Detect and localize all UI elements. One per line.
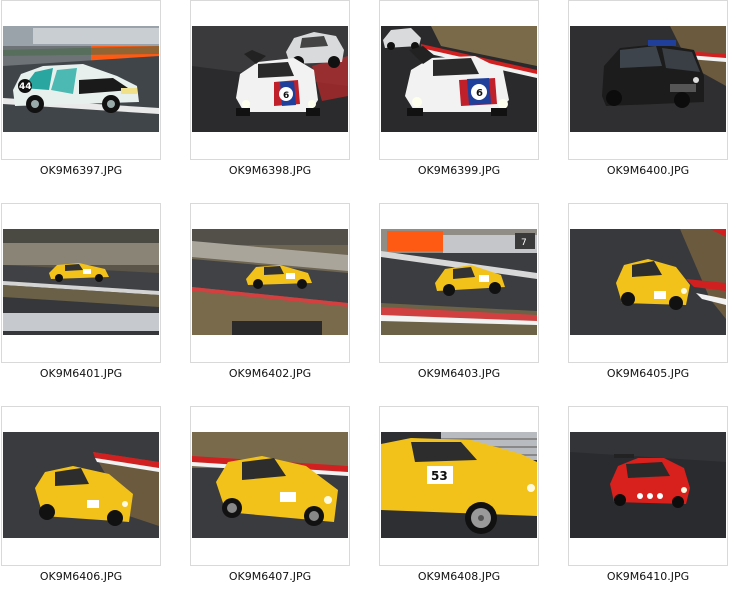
file-name[interactable]: OK9M6408.JPG (379, 570, 539, 583)
thumbnail-frame[interactable] (190, 203, 350, 363)
file-name[interactable]: OK9M6397.JPG (1, 164, 161, 177)
photo-image: 7 (381, 229, 537, 335)
file-name[interactable]: OK9M6400.JPG (568, 164, 728, 177)
file-tile[interactable]: OK9M6406.JPG (1, 406, 161, 596)
file-tile[interactable]: OK9M6407.JPG (190, 406, 350, 596)
svg-text:44: 44 (19, 82, 32, 92)
file-tile[interactable]: 7 OK9M6403.JPG (379, 203, 539, 393)
file-name[interactable]: OK9M6407.JPG (190, 570, 350, 583)
file-name[interactable]: OK9M6405.JPG (568, 367, 728, 380)
file-tile[interactable]: 53 OK9M6408.JPG (379, 406, 539, 596)
file-name[interactable]: OK9M6403.JPG (379, 367, 539, 380)
svg-text:6: 6 (283, 91, 289, 101)
photo-image: 6 (192, 26, 348, 132)
file-name[interactable]: OK9M6402.JPG (190, 367, 350, 380)
photo-thumbnail[interactable]: 6 (381, 26, 537, 132)
photo-image: 44 (3, 26, 159, 132)
file-tile[interactable]: 6 OK9M6399.JPG (379, 0, 539, 190)
photo-image (570, 432, 726, 538)
svg-text:53: 53 (431, 469, 448, 483)
photo-image: 6 (381, 26, 537, 132)
file-name[interactable]: OK9M6406.JPG (1, 570, 161, 583)
thumbnail-frame[interactable]: 7 (379, 203, 539, 363)
file-tile[interactable]: OK9M6410.JPG (568, 406, 728, 596)
thumbnail-frame[interactable] (1, 406, 161, 566)
photo-thumbnail[interactable] (570, 432, 726, 538)
thumbnail-frame[interactable] (190, 406, 350, 566)
photo-thumbnail[interactable] (3, 229, 159, 335)
photo-thumbnail[interactable]: 6 (192, 26, 348, 132)
thumbnail-frame[interactable] (1, 203, 161, 363)
thumbnail-frame[interactable] (568, 0, 728, 160)
file-name[interactable]: OK9M6398.JPG (190, 164, 350, 177)
photo-image (570, 229, 726, 335)
thumbnail-frame[interactable]: 53 (379, 406, 539, 566)
svg-text:7: 7 (521, 238, 527, 248)
photo-image: 53 (381, 432, 537, 538)
photo-image (3, 432, 159, 538)
photo-thumbnail[interactable]: 7 (381, 229, 537, 335)
thumbnail-grid: 44 OK9M6397.JPG 6 OK9M6398.JPG 6 OK9M639… (0, 0, 730, 610)
photo-thumbnail[interactable] (570, 26, 726, 132)
thumbnail-frame[interactable]: 44 (1, 0, 161, 160)
file-name[interactable]: OK9M6401.JPG (1, 367, 161, 380)
photo-image (570, 26, 726, 132)
photo-image (192, 432, 348, 538)
photo-image (192, 229, 348, 335)
file-tile[interactable]: OK9M6402.JPG (190, 203, 350, 393)
thumbnail-frame[interactable]: 6 (190, 0, 350, 160)
photo-thumbnail[interactable] (192, 432, 348, 538)
file-name[interactable]: OK9M6410.JPG (568, 570, 728, 583)
photo-thumbnail[interactable]: 53 (381, 432, 537, 538)
photo-thumbnail[interactable] (570, 229, 726, 335)
photo-thumbnail[interactable] (3, 432, 159, 538)
file-tile[interactable]: OK9M6400.JPG (568, 0, 728, 190)
svg-text:6: 6 (476, 88, 483, 99)
file-tile[interactable]: OK9M6405.JPG (568, 203, 728, 393)
file-tile[interactable]: 6 OK9M6398.JPG (190, 0, 350, 190)
thumbnail-frame[interactable]: 6 (379, 0, 539, 160)
thumbnail-frame[interactable] (568, 203, 728, 363)
photo-thumbnail[interactable]: 44 (3, 26, 159, 132)
file-tile[interactable]: 44 OK9M6397.JPG (1, 0, 161, 190)
photo-thumbnail[interactable] (192, 229, 348, 335)
photo-image (3, 229, 159, 335)
file-name[interactable]: OK9M6399.JPG (379, 164, 539, 177)
file-tile[interactable]: OK9M6401.JPG (1, 203, 161, 393)
thumbnail-frame[interactable] (568, 406, 728, 566)
